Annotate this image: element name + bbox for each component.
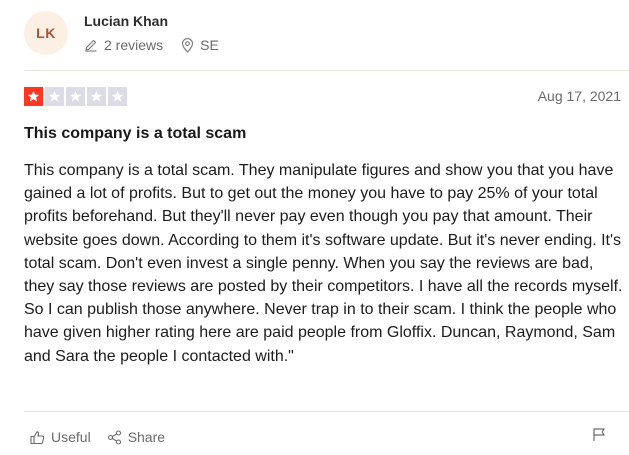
reviewer-meta: 2 reviews SE: [84, 36, 219, 54]
star-icon: [111, 90, 124, 101]
star-empty: [45, 86, 64, 106]
share-label: Share: [127, 429, 166, 445]
star-icon: [27, 90, 40, 101]
avatar[interactable]: LK: [24, 11, 68, 55]
review-actions: Useful Share: [30, 429, 165, 445]
reviewer-info: Lucian Khan 2 reviews SE: [84, 12, 219, 54]
reviewer-name[interactable]: Lucian Khan: [84, 12, 219, 30]
share-button[interactable]: Share: [107, 429, 165, 445]
footer-divider: [24, 411, 629, 412]
review-body: This company is a total scam. They manip…: [24, 162, 623, 365]
star-icon: [90, 90, 103, 101]
star-empty: [108, 86, 127, 106]
flag-icon: [593, 428, 605, 441]
reviews-count-label: 2 reviews: [104, 37, 164, 53]
review-title[interactable]: This company is a total scam: [24, 124, 246, 144]
review-date: Aug 17, 2021: [537, 88, 621, 104]
location-pin-icon: [182, 37, 194, 53]
reviewer-location: SE: [181, 36, 219, 54]
star-filled: [24, 86, 43, 106]
pencil-icon: [85, 39, 97, 52]
reviewer-country: SE: [200, 37, 219, 53]
thumbs-up-icon: [30, 430, 45, 444]
rating-row: Aug 17, 2021: [24, 86, 621, 106]
star-icon: [48, 90, 61, 101]
star-empty: [87, 86, 106, 106]
star-icon: [69, 90, 82, 101]
reviews-count: 2 reviews: [84, 36, 163, 54]
reviewer-header: LK Lucian Khan 2 reviews SE: [24, 8, 219, 58]
header-divider: [24, 70, 629, 71]
share-icon: [107, 429, 121, 445]
star-empty: [66, 86, 85, 106]
report-flag-button[interactable]: [592, 427, 606, 447]
useful-button[interactable]: Useful: [30, 429, 91, 445]
useful-label: Useful: [51, 429, 91, 445]
star-rating: [24, 86, 129, 106]
